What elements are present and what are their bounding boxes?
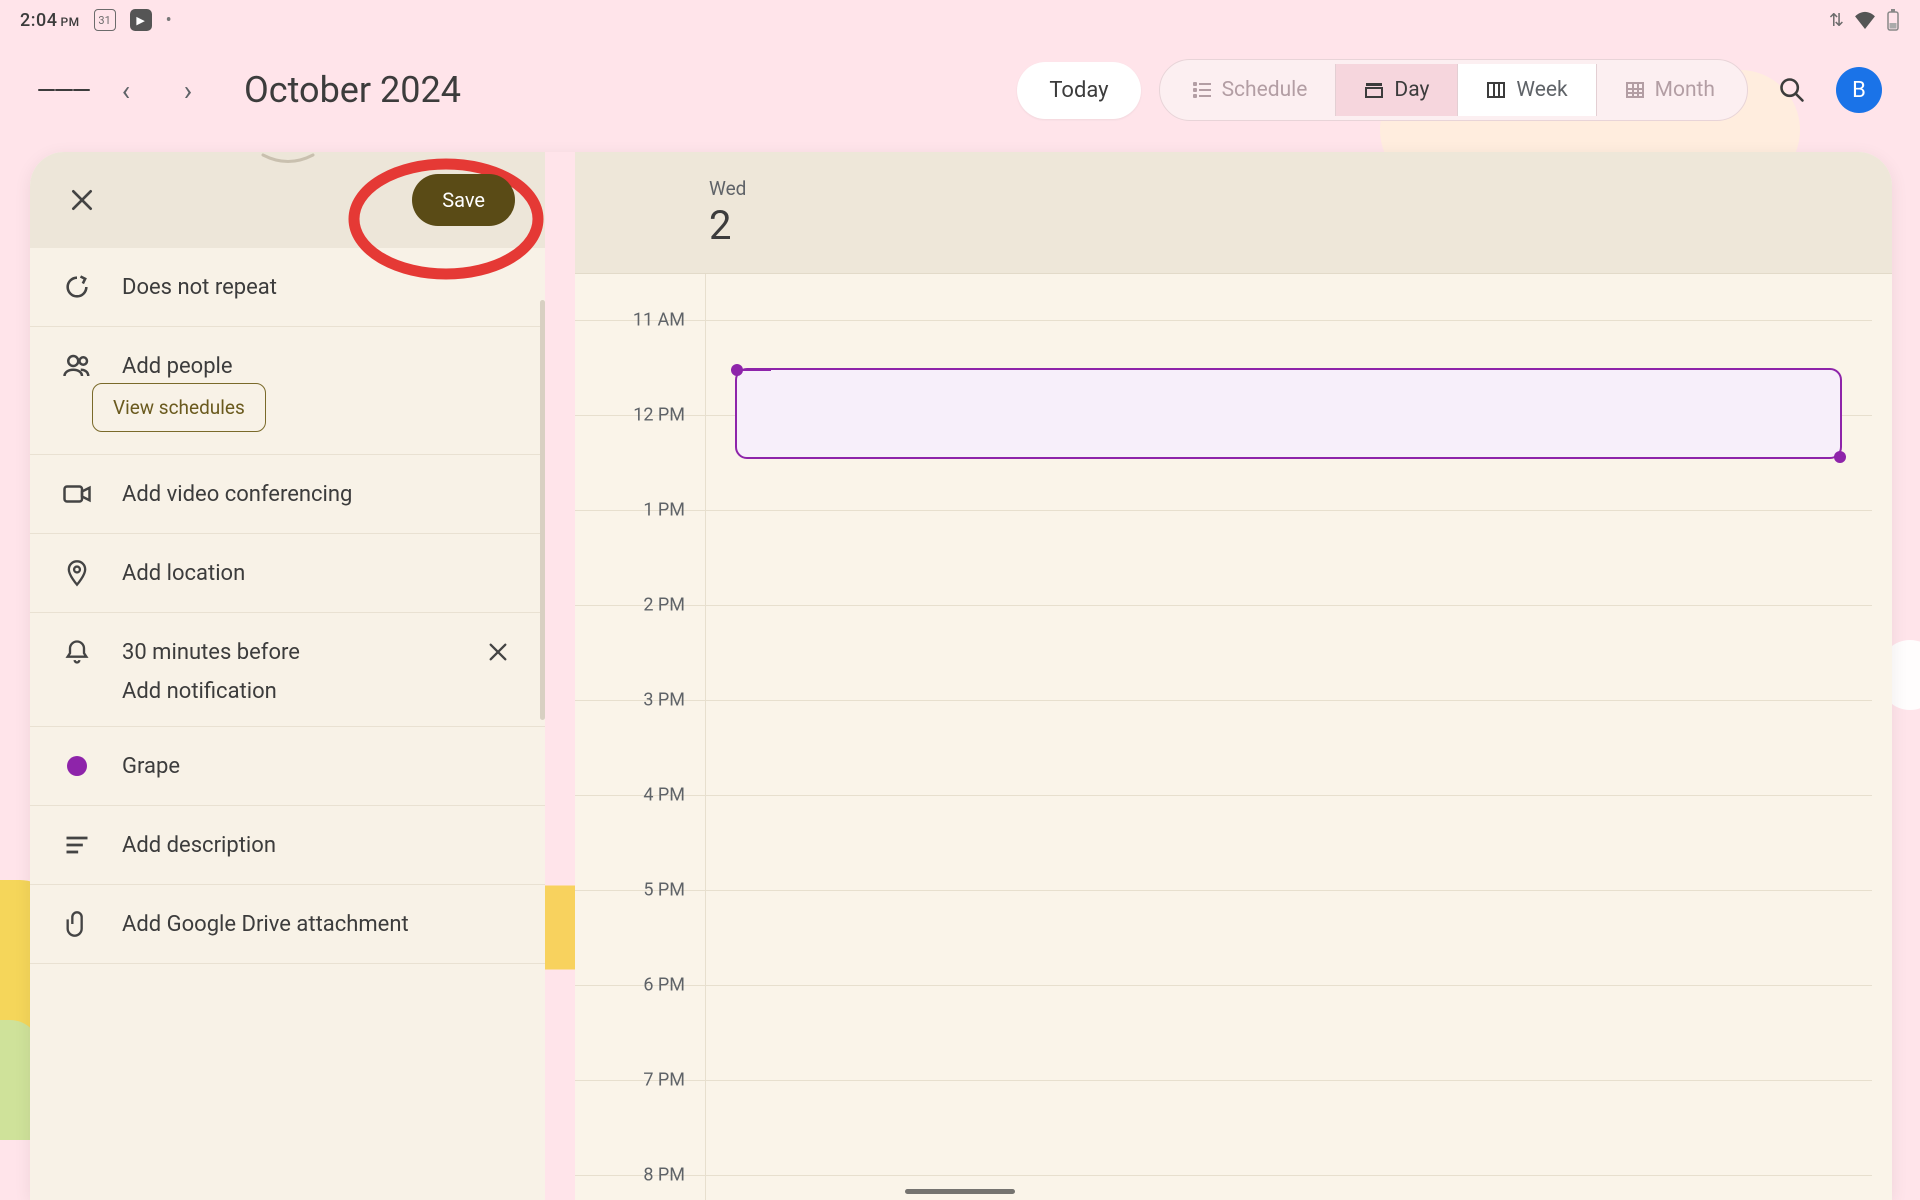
location-icon [60,556,94,590]
video-icon [60,477,94,511]
view-day[interactable]: Day [1336,64,1458,116]
event-resize-end-handle[interactable] [1834,451,1846,463]
bell-icon [60,635,94,669]
row-location[interactable]: Add location [30,534,545,613]
repeat-icon [60,270,94,304]
hour-line [575,700,1872,795]
notif-label: 30 minutes before [122,640,453,665]
row-repeat[interactable]: Does not repeat [30,248,545,327]
search-button[interactable] [1766,64,1818,116]
view-schedule[interactable]: Schedule [1164,64,1337,116]
next-button[interactable]: › [162,64,214,116]
hour-label: 4 PM [575,785,705,806]
hour-line [575,1175,1872,1200]
week-icon [1486,80,1506,100]
home-indicator[interactable] [905,1189,1015,1194]
edit-header: Save [30,152,545,248]
today-button[interactable]: Today [1017,62,1140,119]
status-dot-icon: • [166,10,172,31]
app-bar: ‹ › October 2024 Today Schedule Day W [0,50,1920,130]
color-label: Grape [122,754,515,779]
event-edit-panel: Save Does not repeat Add people View sch… [30,152,545,1200]
drive-label: Add Google Drive attachment [122,912,515,937]
row-color[interactable]: Grape [30,727,545,806]
day-column-header[interactable]: Wed 2 [705,152,746,273]
hour-line [575,890,1872,985]
view-schedules-button[interactable]: View schedules [92,383,266,432]
menu-icon[interactable] [38,64,90,116]
edit-body[interactable]: Does not repeat Add people View schedule… [30,248,545,1200]
status-time: 2:04PM [20,10,80,31]
video-label: Add video conferencing [122,482,515,507]
day-header: Wed 2 [575,152,1892,274]
hour-label: 8 PM [575,1165,705,1186]
hour-label: 7 PM [575,1070,705,1091]
close-button[interactable] [60,178,104,222]
day-grid[interactable]: 11 AM 12 PM 1 PM 2 PM 3 PM 4 PM 5 PM 6 PM 7 PM 8 … [575,274,1892,1200]
page-title: October 2024 [244,69,461,111]
day-icon [1364,80,1384,100]
attachment-icon [60,907,94,941]
hour-line [575,605,1872,700]
prev-button[interactable]: ‹ [100,64,152,116]
battery-icon [1886,9,1900,31]
day-view: Wed 2 11 AM 12 PM 1 PM 2 PM 3 PM 4 PM 5 PM 6 PM… [575,152,1892,1200]
hour-line [575,985,1872,1080]
row-add-notification[interactable]: Add notification [30,679,545,727]
day-of-week: Wed [709,177,746,200]
hour-label: 1 PM [575,500,705,521]
people-label: Add people [122,354,515,379]
hour-label: 5 PM [575,880,705,901]
add-notif-label: Add notification [122,679,515,704]
near-share-icon: ⇅ [1829,10,1844,31]
row-notification[interactable]: 30 minutes before [30,613,545,679]
row-description[interactable]: Add description [30,806,545,885]
hour-label: 11 AM [575,310,705,331]
hour-label: 12 PM [575,405,705,426]
panel-gap [545,152,575,1200]
schedule-icon [1192,80,1212,100]
event-resize-start-handle[interactable] [731,364,743,376]
wifi-icon [1854,11,1876,29]
row-drive[interactable]: Add Google Drive attachment [30,885,545,964]
repeat-label: Does not repeat [122,275,515,300]
hour-label: 3 PM [575,690,705,711]
people-icon [60,349,94,383]
remove-notification-button[interactable] [481,635,515,669]
save-button[interactable]: Save [412,174,515,226]
calendar-date-icon: 31 [94,9,116,31]
row-people[interactable]: Add people [30,327,545,391]
view-switcher: Schedule Day Week Month [1159,59,1748,121]
collapse-handle-icon[interactable] [258,152,318,168]
view-month[interactable]: Month [1597,64,1743,116]
row-video[interactable]: Add video conferencing [30,455,545,534]
hour-line [575,795,1872,890]
status-bar: 2:04PM 31 ▶ • ⇅ [0,0,1920,40]
hour-label: 6 PM [575,975,705,996]
event-block[interactable] [735,368,1842,459]
hour-line [575,1080,1872,1175]
color-dot-icon [60,749,94,783]
main-card: Save Does not repeat Add people View sch… [30,152,1892,1200]
hour-line [575,510,1872,605]
view-week[interactable]: Week [1458,64,1596,116]
youtube-icon: ▶ [130,9,152,31]
day-of-month: 2 [709,202,731,249]
location-label: Add location [122,561,515,586]
month-icon [1625,80,1645,100]
avatar[interactable]: B [1836,67,1882,113]
hour-label: 2 PM [575,595,705,616]
description-label: Add description [122,833,515,858]
description-icon [60,828,94,862]
